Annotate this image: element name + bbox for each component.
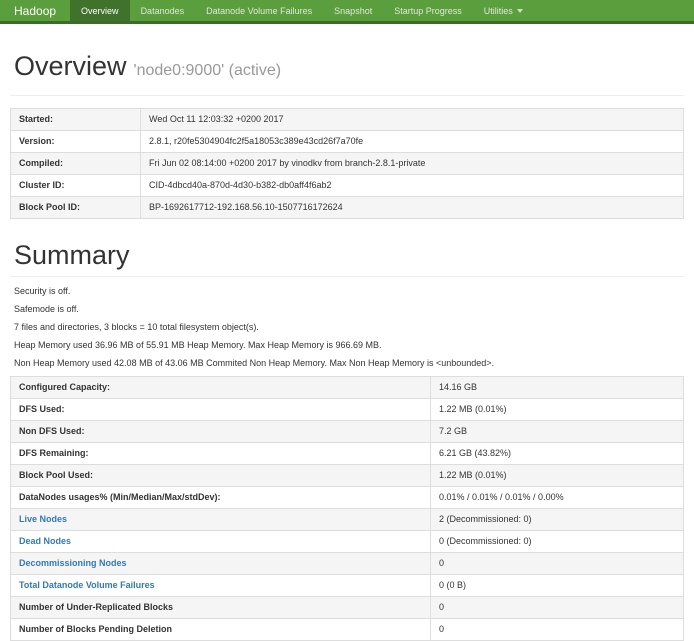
summary-notes: Security is off. Safemode is off. 7 files … (10, 286, 684, 368)
dead-nodes-link[interactable]: Dead Nodes (19, 536, 71, 546)
live-nodes-link[interactable]: Live Nodes (19, 514, 67, 524)
row-label-text: Number of Blocks Pending Deletion (19, 624, 172, 634)
row-label-text: DFS Used: (19, 404, 65, 414)
table-row: DFS Used: 1.22 MB (0.01%) (11, 399, 684, 421)
row-value: 0 (431, 553, 684, 575)
table-row: Block Pool Used: 1.22 MB (0.01%) (11, 465, 684, 487)
row-label: Non DFS Used: (11, 421, 431, 443)
table-row: Configured Capacity: 14.16 GB (11, 377, 684, 399)
table-row: DataNodes usages% (Min/Median/Max/stdDev… (11, 487, 684, 509)
hadoop-brand-link[interactable]: Hadoop (0, 0, 70, 21)
summary-stats-table: Configured Capacity: 14.16 GB DFS Used: 1.2… (10, 376, 684, 641)
row-label-text: Non DFS Used: (19, 426, 85, 436)
row-label: Dead Nodes (11, 531, 431, 553)
row-label: Started: (11, 108, 141, 130)
navbar-items: Overview Datanodes Datanode Volume Failure… (70, 0, 534, 21)
table-row: Started: Wed Oct 11 12:03:32 +0200 2017 (11, 108, 684, 130)
row-value: 1.22 MB (0.01%) (431, 399, 684, 421)
overview-title: Overview 'node0:9000' (active) (14, 52, 684, 82)
nav-item-datanodes[interactable]: Datanodes (130, 0, 196, 21)
row-value: 14.16 GB (431, 377, 684, 399)
row-label: DFS Used: (11, 399, 431, 421)
row-label-text: DFS Remaining: (19, 448, 89, 458)
row-value: 7.2 GB (431, 421, 684, 443)
table-row: Total Datanode Volume Failures 0 (0 B) (11, 575, 684, 597)
summary-note: 7 files and directories, 3 blocks = 10 t… (14, 322, 684, 332)
row-label-text: Compiled: (19, 158, 63, 168)
row-label: DataNodes usages% (Min/Median/Max/stdDev… (11, 487, 431, 509)
row-label-text: Cluster ID: (19, 180, 65, 190)
row-label-text: Configured Capacity: (19, 382, 110, 392)
row-value: 0.01% / 0.01% / 0.01% / 0.00% (431, 487, 684, 509)
row-label: Total Datanode Volume Failures (11, 575, 431, 597)
row-value: 1.22 MB (0.01%) (431, 465, 684, 487)
table-row: Decommissioning Nodes 0 (11, 553, 684, 575)
row-label: DFS Remaining: (11, 443, 431, 465)
row-label: Block Pool ID: (11, 196, 141, 218)
row-label-text: Block Pool ID: (19, 202, 80, 212)
nav-item-datanode-volume-failures[interactable]: Datanode Volume Failures (195, 0, 323, 21)
table-row: Dead Nodes 0 (Decommissioned: 0) (11, 531, 684, 553)
table-row: Version: 2.8.1, r20fe5304904fc2f5a18053c3… (11, 130, 684, 152)
nav-item-startup-progress[interactable]: Startup Progress (383, 0, 473, 21)
overview-info-table: Started:Wed Oct 11 12:03:32 +0200 2017Ve… (10, 108, 684, 219)
decommissioning-nodes-link[interactable]: Decommissioning Nodes (19, 558, 127, 568)
row-label-text: DataNodes usages% (Min/Median/Max/stdDev… (19, 492, 221, 502)
table-row: Live Nodes 2 (Decommissioned: 0) (11, 509, 684, 531)
nav-item-label: Utilities (484, 6, 513, 16)
row-label-text: Number of Under-Replicated Blocks (19, 602, 173, 612)
nav-item-label: Datanode Volume Failures (206, 6, 312, 16)
nav-item-label: Overview (81, 6, 119, 16)
table-row: Block Pool ID: BP-1692617712-192.168.56.1… (11, 196, 684, 218)
summary-note: Non Heap Memory used 42.08 MB of 43.06 M… (14, 358, 684, 368)
row-value: Fri Jun 02 08:14:00 +0200 2017 by vinodk… (141, 152, 684, 174)
row-value: 0 (0 B) (431, 575, 684, 597)
row-label-text: Block Pool Used: (19, 470, 93, 480)
row-label: Number of Under-Replicated Blocks (11, 597, 431, 619)
page-content: Overview 'node0:9000' (active) Started: We… (0, 52, 694, 641)
table-row: Compiled: Fri Jun 02 08:14:00 +0200 2017 … (11, 152, 684, 174)
nav-item-label: Datanodes (141, 6, 185, 16)
row-label: Compiled: (11, 152, 141, 174)
row-value: Wed Oct 11 12:03:32 +0200 2017 (141, 108, 684, 130)
table-row: Number of Under-Replicated Blocks 0 (11, 597, 684, 619)
nav-item-label: Snapshot (334, 6, 372, 16)
total-datanode-volume-failures-link[interactable]: Total Datanode Volume Failures (19, 580, 155, 590)
row-value: 0 (431, 597, 684, 619)
table-row: Cluster ID: CID-4dbcd40a-870d-4d30-b382-d… (11, 174, 684, 196)
divider (10, 276, 684, 277)
summary-title: Summary (14, 241, 684, 271)
row-label: Version: (11, 130, 141, 152)
overview-title-text: Overview (14, 51, 127, 81)
row-label: Live Nodes (11, 509, 431, 531)
summary-table-body: Configured Capacity: 14.16 GB DFS Used: 1.2… (11, 377, 684, 641)
divider (10, 95, 684, 96)
summary-note: Safemode is off. (14, 304, 684, 314)
row-label: Block Pool Used: (11, 465, 431, 487)
nav-item-overview[interactable]: Overview (70, 0, 130, 21)
row-value: BP-1692617712-192.168.56.10-150771617262… (141, 196, 684, 218)
table-row: DFS Remaining: 6.21 GB (43.82%) (11, 443, 684, 465)
summary-note: Heap Memory used 36.96 MB of 55.91 MB He… (14, 340, 684, 350)
nav-item-utilities[interactable]: Utilities (473, 0, 534, 21)
row-value: CID-4dbcd40a-870d-4d30-b382-db0aff4f6ab2 (141, 174, 684, 196)
row-value: 6.21 GB (43.82%) (431, 443, 684, 465)
row-label-text: Started: (19, 114, 53, 124)
nav-item-label: Startup Progress (394, 6, 462, 16)
row-label-text: Version: (19, 136, 55, 146)
row-value: 2.8.1, r20fe5304904fc2f5a18053c389e43cd2… (141, 130, 684, 152)
overview-table-body: Started:Wed Oct 11 12:03:32 +0200 2017Ve… (11, 108, 684, 218)
summary-note: Security is off. (14, 286, 684, 296)
row-value: 0 (Decommissioned: 0) (431, 531, 684, 553)
row-value: 2 (Decommissioned: 0) (431, 509, 684, 531)
row-label: Cluster ID: (11, 174, 141, 196)
row-label: Decommissioning Nodes (11, 553, 431, 575)
table-row: Non DFS Used: 7.2 GB (11, 421, 684, 443)
namenode-address-status: 'node0:9000' (active) (134, 62, 282, 79)
navbar: Hadoop Overview Datanodes Datanode Volume … (0, 0, 694, 24)
row-label: Configured Capacity: (11, 377, 431, 399)
nav-item-snapshot[interactable]: Snapshot (323, 0, 383, 21)
chevron-down-icon (517, 9, 523, 13)
